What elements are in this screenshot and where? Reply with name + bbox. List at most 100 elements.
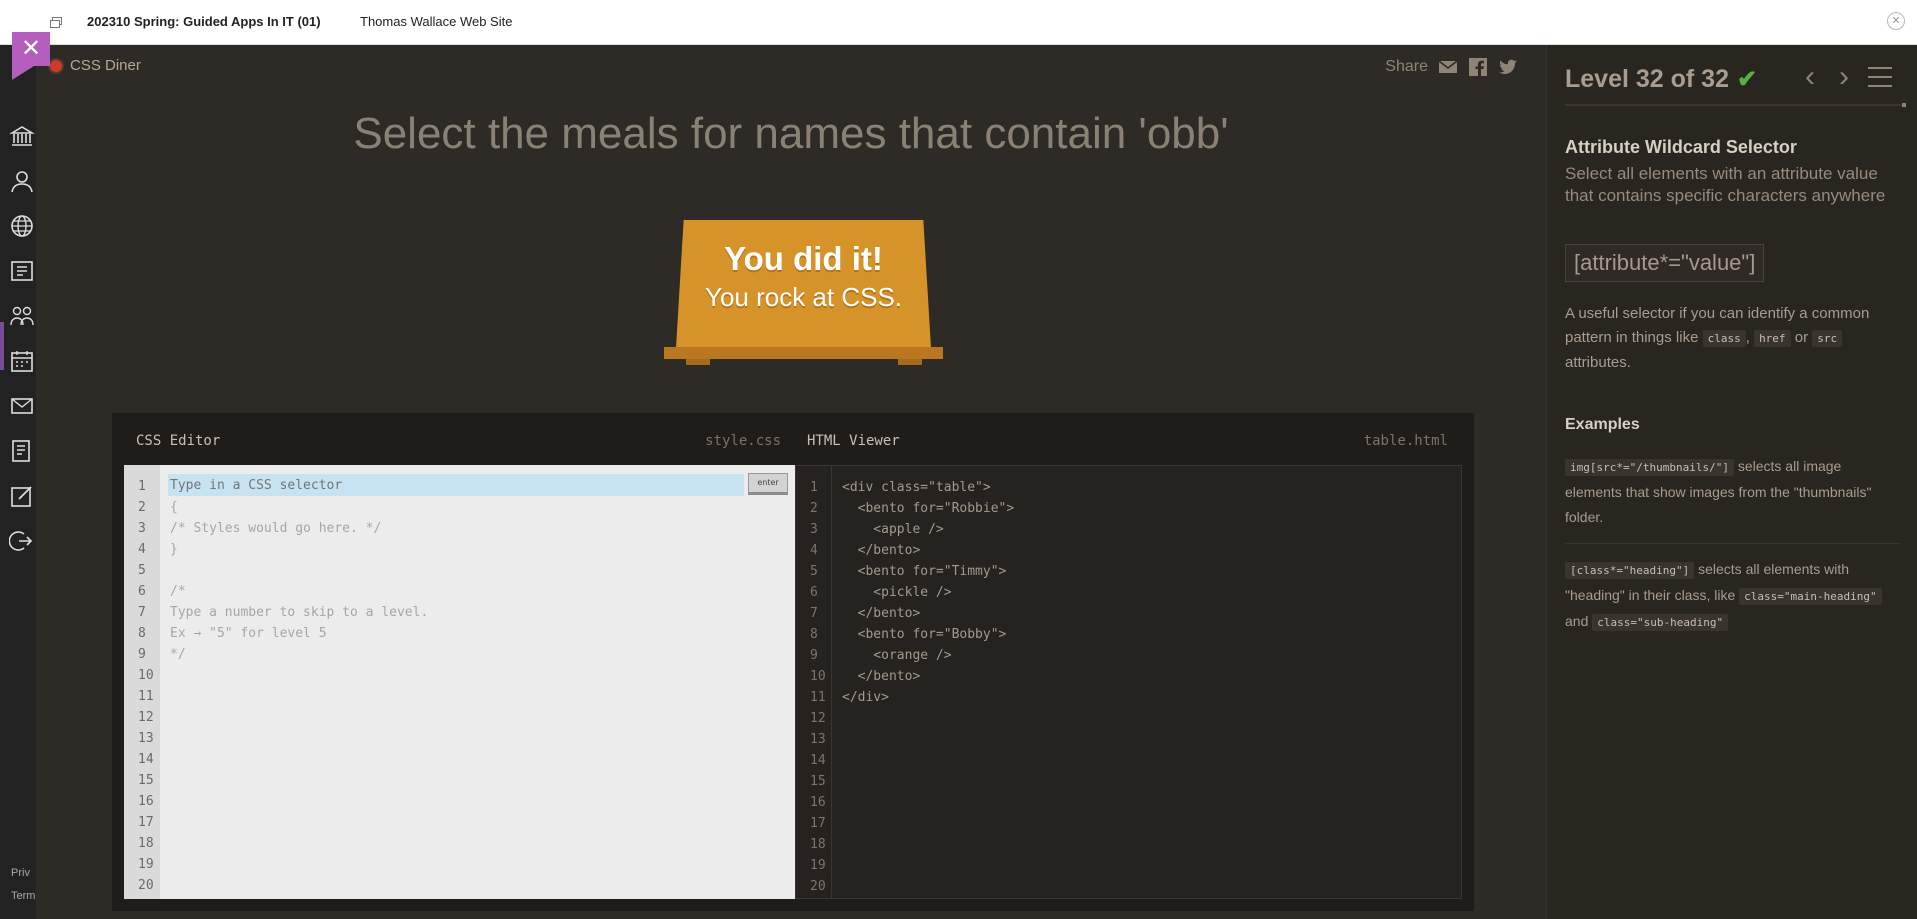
menu-icon[interactable] [1865,65,1895,91]
share-label: Share [1385,58,1428,75]
line-number: 20 [810,879,826,894]
code-line: } [170,542,178,557]
institution-icon[interactable] [9,123,35,149]
line-number: 8 [810,627,818,642]
example-code: [class*="heading"] [1565,562,1695,579]
code-line: </bento> [842,543,921,558]
code-line: <bento for="Robbie"> [842,501,1015,516]
css-line-numbers: 1 2 3 4 5 6 7 8 9 10 11 12 13 14 15 16 17 18 19 20 [124,465,160,899]
top-bar: 202310 Spring: Guided Apps In IT (01) Th… [0,0,1917,45]
line-number: 19 [138,857,154,872]
css-editor-title: CSS Editor [136,433,221,449]
code-tag: src [1812,330,1843,347]
line-number: 20 [138,878,154,893]
code-line: { [170,500,178,515]
line-number: 18 [138,836,154,851]
css-editor-pane: CSS Editor style.css 1 2 3 4 5 6 7 8 9 10 11 12 13 14… [124,413,795,911]
logo[interactable]: CSS Diner [48,57,141,74]
win-subheading: You rock at CSS. [704,282,903,312]
examples-title: Examples [1565,416,1640,433]
selector-syntax: [attribute*="value"] [1565,244,1765,282]
line-number: 4 [810,543,818,558]
line-number: 12 [810,711,826,726]
code-line: /* Styles would go here. */ [170,521,382,536]
html-code: <div class="table"> <bento for="Robbie">… [842,477,1014,708]
level-progress-track [1565,104,1904,106]
globe-icon[interactable] [9,213,35,239]
global-nav: Priv Term [0,45,36,919]
example-2: [class*="heading"] selects all elements … [1565,557,1900,635]
commons-icon[interactable] [9,483,35,509]
css-editor-filename: style.css [705,433,781,449]
logout-icon[interactable] [8,528,35,554]
share-bar: Share [1385,57,1518,77]
level-text: Level 32 of 32 [1565,65,1729,93]
groups-icon[interactable] [9,303,35,329]
terms-link[interactable]: Term [11,890,35,902]
line-number: 1 [138,479,146,494]
selector-name: Attribute Wildcard Selector [1565,137,1797,157]
code-line: /* [170,584,186,599]
line-number: 13 [810,732,826,747]
level-indicator[interactable]: Level 32 of 32 ✔ [1565,65,1757,94]
line-number: 16 [138,794,154,809]
code-line: <div class="table"> [842,480,991,495]
code-line: </bento> [842,606,921,621]
selector-description: Select all elements with an attribute va… [1565,164,1886,205]
example-code: class="main-heading" [1739,588,1882,605]
line-number: 3 [810,522,818,537]
facebook-icon[interactable] [1468,57,1488,77]
courses-icon[interactable] [9,258,35,284]
line-number: 10 [810,669,826,684]
selector-help: A useful selector if you can identify a … [1565,302,1900,375]
account-icon[interactable] [9,168,35,194]
html-viewer-pane: HTML Viewer table.html 1 2 3 4 5 6 7 8 9 10 11 12 13… [795,413,1462,911]
calendar-icon[interactable] [9,348,35,374]
history-icon[interactable] [9,438,35,464]
css-editor-header: CSS Editor style.css [124,413,795,460]
line-number: 11 [138,689,154,704]
line-number: 2 [810,501,818,516]
enter-button[interactable]: enter [748,473,788,495]
line-number: 14 [138,752,154,767]
example-divider [1565,543,1900,544]
inbox-icon[interactable] [9,393,35,419]
code-line: <apple /> [842,522,944,537]
line-number: 6 [810,585,818,600]
line-number: 6 [138,584,146,599]
html-line-numbers: 1 2 3 4 5 6 7 8 9 10 11 12 13 14 15 16 17 18 19 20 [796,466,832,898]
win-message-table: You did it! You rock at CSS. [664,220,964,410]
editor-window: CSS Editor style.css 1 2 3 4 5 6 7 8 9 10 11 12 13 14… [112,413,1474,911]
close-icon[interactable]: ✕ [1887,12,1905,30]
line-number: 5 [138,563,146,578]
line-number: 4 [138,542,146,557]
line-number: 2 [138,500,146,515]
code-tag: href [1754,330,1791,347]
check-icon: ✔ [1736,66,1758,93]
line-number: 18 [810,837,826,852]
logo-text: CSS Diner [70,57,141,74]
previous-level-icon[interactable]: ‹ [1796,62,1824,93]
privacy-link[interactable]: Priv [11,867,30,879]
active-indicator [0,322,4,370]
win-heading: You did it! [724,240,883,277]
site-title[interactable]: Thomas Wallace Web Site [360,14,512,29]
line-number: 3 [138,521,146,536]
example-code: img[src*="/thumbnails/"] [1565,459,1734,476]
course-title[interactable]: 202310 Spring: Guided Apps In IT (01) [87,14,321,29]
help-text: attributes. [1565,354,1631,371]
line-number: 5 [810,564,818,579]
twitter-icon[interactable] [1498,57,1518,77]
code-line: </div> [842,690,889,705]
code-line: <orange /> [842,648,952,663]
next-level-icon[interactable]: › [1830,62,1858,93]
css-code: {/* Styles would go here. */} /* Type a nu… [170,476,428,665]
close-tray-button[interactable]: ✕ [12,32,50,66]
email-icon[interactable] [1438,57,1458,77]
example-text: and [1565,613,1589,629]
code-line: </bento> [842,669,921,684]
help-separator: or [1794,329,1809,346]
line-number: 17 [138,815,154,830]
code-line: <bento for="Bobby"> [842,627,1007,642]
